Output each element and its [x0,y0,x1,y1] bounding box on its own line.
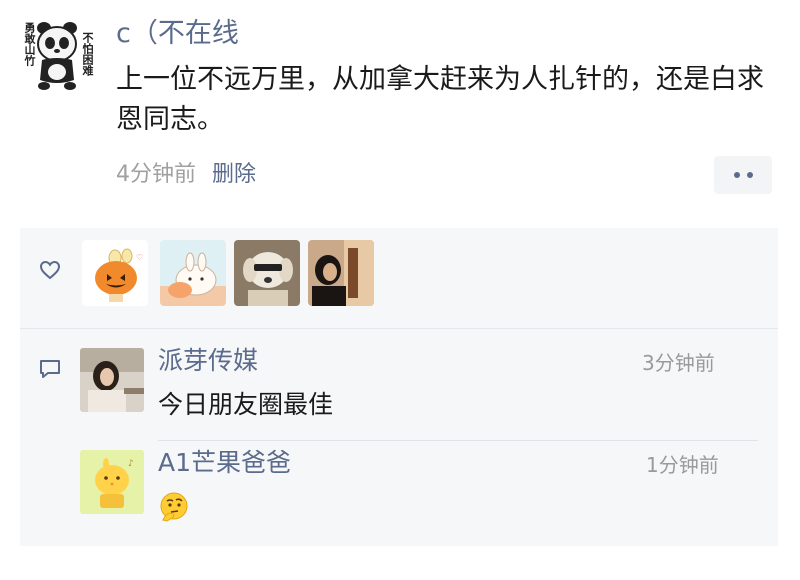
chick-avatar-icon: ♪ [80,450,144,514]
post-content: 上一位不远万里，从加拿大赶来为人扎针的，还是白求恩同志。 [116,64,764,135]
interaction-panel: ♡ 派芽传媒 3分钟前 今日朋友圈最佳 ♪ A1芒果爸爸 1分钟前 [20,228,778,546]
post-author-avatar[interactable]: 勇敢山竹 不怕困难 [22,18,94,90]
person-avatar-icon [308,240,374,306]
avatar-right-text: 不怕困难 [81,32,94,76]
pumpkin-avatar-icon: ♡ [82,240,148,306]
delete-button[interactable]: 删除 [212,162,256,187]
comment-time-1: 3分钟前 [642,351,715,375]
woman-avatar-icon [80,348,144,412]
dot-icon [733,172,740,178]
comment-avatar-1[interactable] [80,348,144,412]
comment-divider [158,440,758,441]
svg-text:♡: ♡ [136,253,143,262]
dog-avatar-icon [234,240,300,306]
like-avatar-person[interactable] [308,240,374,306]
comment-icon [40,360,60,378]
svg-text:♪: ♪ [128,459,134,469]
post-meta: 4分钟前 删除 [116,158,256,192]
heart-icon [39,260,61,280]
comment-author-1[interactable]: 派芽传媒 [158,344,258,378]
likes-divider [20,328,778,329]
comment-avatar-2[interactable]: ♪ [80,450,144,514]
thinking-emoji-icon [160,492,188,522]
post-author-name[interactable]: c（不在线 [116,14,239,54]
more-actions-button[interactable] [714,156,772,194]
bunny-avatar-icon [160,240,226,306]
comment-time-2: 1分钟前 [646,453,719,477]
like-avatar-dog[interactable] [234,240,300,306]
like-avatar-bunny[interactable] [160,240,226,306]
like-avatar-pumpkin[interactable]: ♡ [82,240,148,306]
comment-text-1: 今日朋友圈最佳 [158,390,334,419]
dot-icon [746,172,753,178]
comment-author-2[interactable]: A1芒果爸爸 [158,446,291,480]
post-time: 4分钟前 [116,162,196,187]
